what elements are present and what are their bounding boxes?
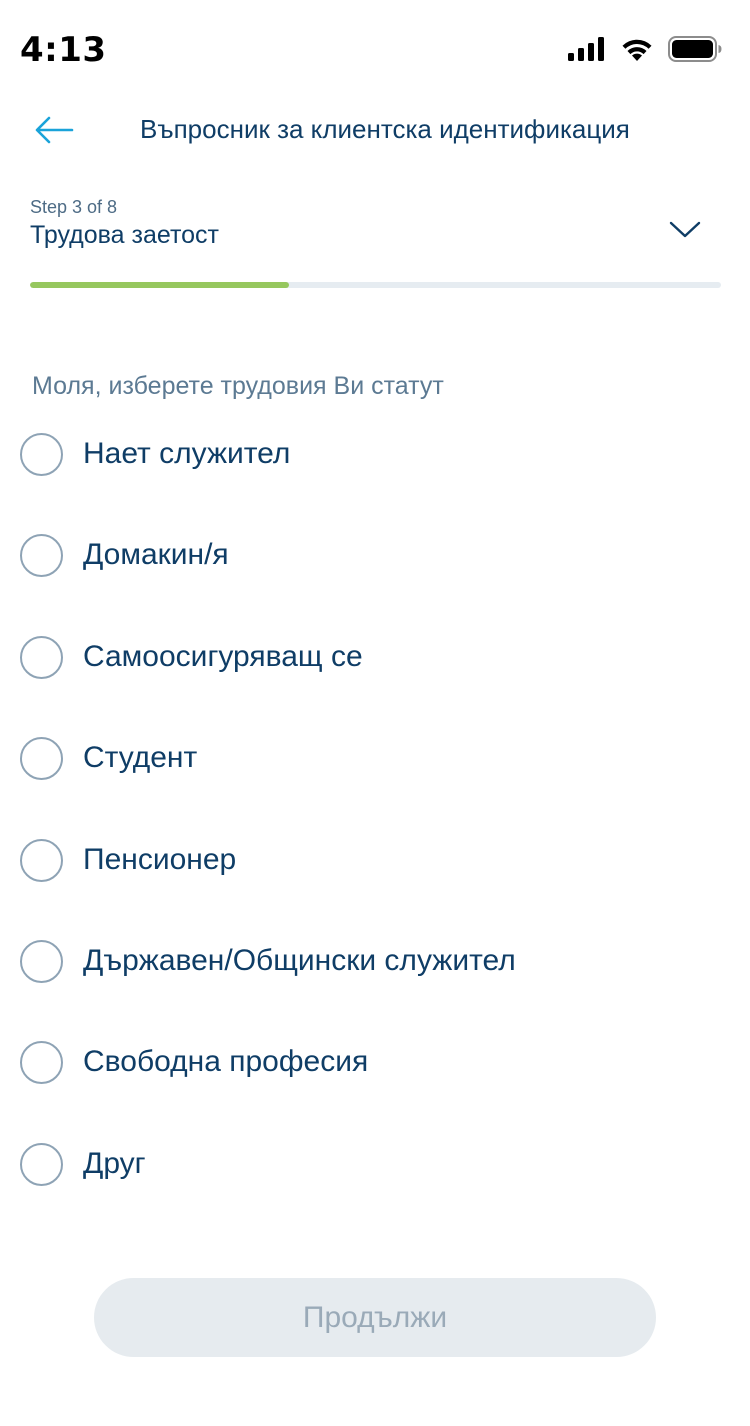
radio-button[interactable]: [20, 939, 63, 983]
page-title: Въпросник за клиентска идентификация: [140, 114, 630, 144]
option-label: Пенсионер: [83, 842, 237, 876]
option-pensioner[interactable]: Пенсионер: [0, 831, 750, 932]
radio-button[interactable]: [20, 534, 63, 578]
chevron-down-icon[interactable]: [668, 215, 702, 243]
cellular-signal-icon: [568, 37, 606, 66]
continue-button[interactable]: Продължи: [94, 1278, 656, 1357]
step-selector[interactable]: Step 3 of 8 Трудова заетост: [30, 195, 720, 250]
status-bar: 4:13: [0, 0, 750, 100]
option-homemaker[interactable]: Домакин/я: [0, 526, 750, 627]
option-label: Държавен/Общински служител: [83, 943, 516, 977]
option-label: Свободна професия: [83, 1045, 369, 1079]
option-label: Студент: [83, 741, 198, 775]
option-other[interactable]: Друг: [0, 1135, 750, 1236]
step-counter: Step 3 of 8: [30, 197, 118, 217]
option-self-employed[interactable]: Самоосигуряващ се: [0, 628, 750, 729]
option-freelancer[interactable]: Свободна професия: [0, 1033, 750, 1134]
back-button[interactable]: [28, 108, 80, 156]
option-label: Самоосигуряващ се: [83, 639, 363, 673]
header: Въпросник за клиентска идентификация: [0, 100, 750, 164]
option-label: Домакин/я: [83, 538, 229, 572]
option-student[interactable]: Студент: [0, 729, 750, 830]
battery-icon: [668, 36, 722, 67]
screen: 4:13 Въпросник за клиентска идентификаци…: [0, 0, 750, 1426]
option-label: Друг: [83, 1146, 146, 1180]
radio-button[interactable]: [20, 838, 63, 882]
status-time: 4:13: [20, 30, 107, 70]
step-progress-fill: [30, 282, 290, 288]
option-employee[interactable]: Нает служител: [0, 425, 750, 526]
radio-button[interactable]: [20, 433, 63, 476]
employment-status-options: Нает служител Домакин/я Самоосигуряващ с…: [0, 425, 750, 1236]
option-label: Нает служител: [83, 437, 291, 470]
radio-button[interactable]: [20, 1041, 63, 1085]
step-progress-bar: [30, 282, 721, 288]
arrow-left-icon: [34, 115, 74, 150]
option-civil-servant[interactable]: Държавен/Общински служител: [0, 932, 750, 1033]
radio-button[interactable]: [20, 635, 63, 679]
wifi-icon: [620, 36, 654, 67]
step-title: Трудова заетост: [30, 221, 219, 249]
radio-button[interactable]: [20, 737, 63, 781]
radio-button[interactable]: [20, 1142, 63, 1186]
question-label: Моля, изберете трудовия Ви статут: [32, 372, 444, 400]
status-icons: [568, 36, 722, 67]
